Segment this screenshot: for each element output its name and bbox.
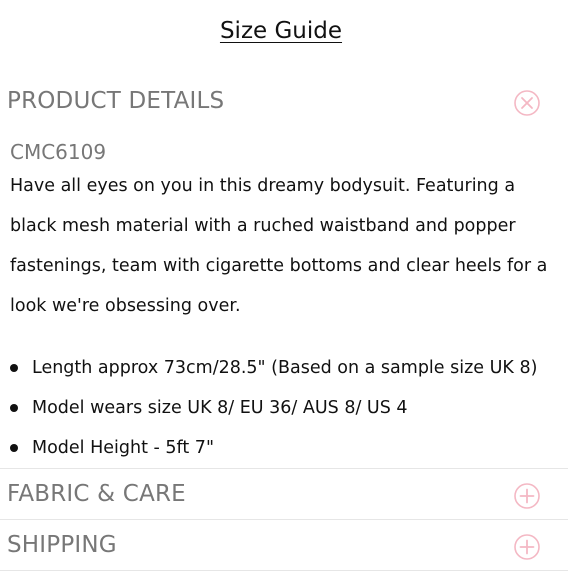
bullet-text: Length approx 73cm/28.5" (Based on a sam…: [32, 358, 538, 378]
product-details-list: Length approx 73cm/28.5" (Based on a sam…: [0, 348, 568, 468]
size-guide-link[interactable]: Size Guide: [0, 16, 562, 46]
plus-circle-icon[interactable]: [513, 482, 541, 510]
section-divider: [0, 570, 568, 571]
product-details-header[interactable]: PRODUCT DETAILS: [0, 76, 568, 126]
list-item: Model wears size UK 8/ EU 36/ AUS 8/ US …: [0, 388, 568, 428]
shipping-header[interactable]: SHIPPING: [0, 520, 568, 570]
fabric-care-header[interactable]: FABRIC & CARE: [0, 469, 568, 519]
plus-circle-icon[interactable]: [513, 533, 541, 561]
product-description: Have all eyes on you in this dreamy body…: [10, 176, 548, 316]
fabric-care-title: FABRIC & CARE: [7, 481, 186, 507]
bullet-icon: [10, 404, 18, 412]
product-details-title: PRODUCT DETAILS: [7, 88, 225, 114]
product-sku: CMC6109: [10, 140, 107, 164]
list-item: Length approx 73cm/28.5" (Based on a sam…: [0, 348, 568, 388]
shipping-title: SHIPPING: [7, 532, 117, 558]
close-circle-icon[interactable]: [513, 89, 541, 117]
bullet-text: Model Height - 5ft 7": [32, 438, 214, 458]
bullet-text: Model wears size UK 8/ EU 36/ AUS 8/ US …: [32, 398, 408, 418]
bullet-icon: [10, 364, 18, 372]
list-item: Model Height - 5ft 7": [0, 428, 568, 468]
bullet-icon: [10, 444, 18, 452]
